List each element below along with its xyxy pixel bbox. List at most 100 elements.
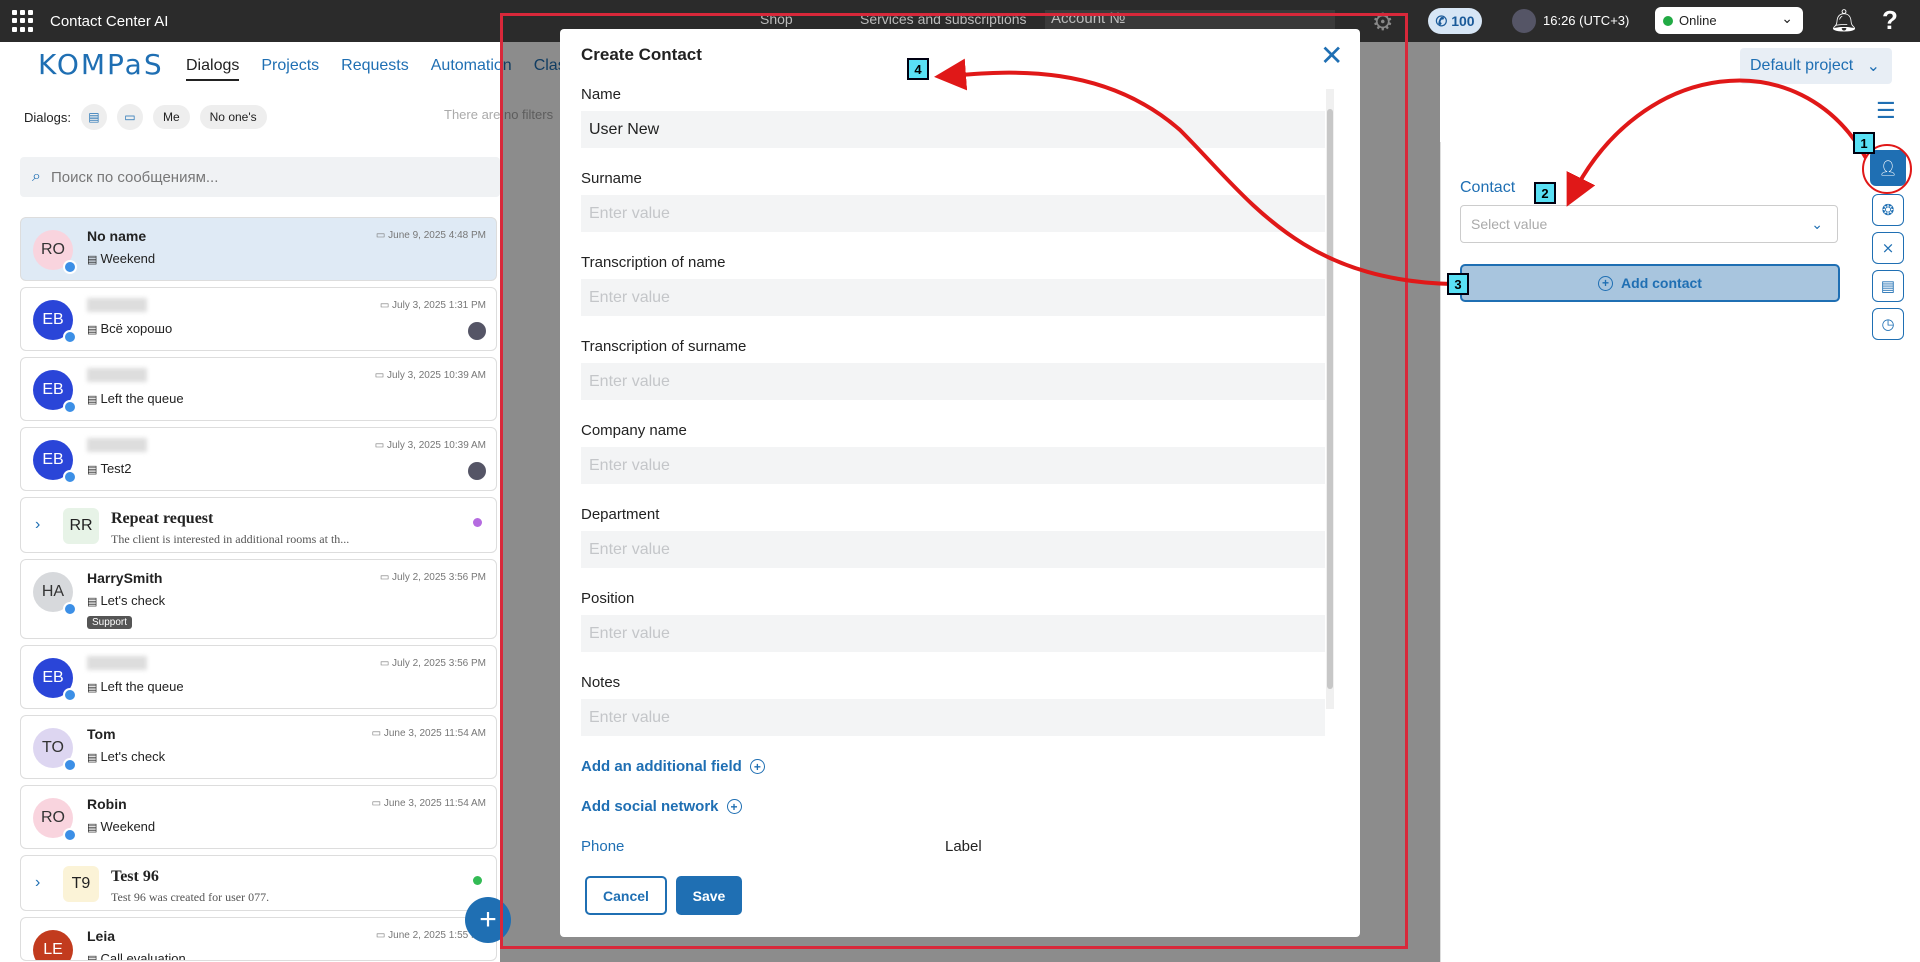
list-item[interactable]: EB July 3, 2025 1:31 PM Всё хорошо [20,287,497,351]
dialog-message: Всё хорошо [87,321,172,336]
contact-select[interactable]: Select value ⌄ [1460,205,1838,243]
clock: 16:26 (UTC+3) [1543,13,1630,28]
marker-3: 3 [1447,273,1469,295]
shop-link[interactable]: Shop [760,11,793,27]
search-input[interactable]: ⌕ Поиск по сообщениям... [20,157,500,197]
nav-requests[interactable]: Requests [341,57,409,81]
position-field[interactable] [581,615,1325,652]
channel-icon [63,260,77,274]
dialogs-filter-label: Dialogs: [24,109,71,125]
channel-icon [63,602,77,616]
list-item[interactable]: RO Robin June 3, 2025 11:54 AM Weekend [20,785,497,849]
list-item[interactable]: TO Tom June 3, 2025 11:54 AM Let's check [20,715,497,779]
status-select[interactable]: Online ⌄ [1655,7,1803,34]
new-dialog-button[interactable]: + [465,897,511,943]
group-subtitle: Test 96 was created for user 077. [111,890,270,904]
dialog-date: July 2, 2025 3:56 PM [380,572,486,583]
surname-field[interactable] [581,195,1325,232]
modal-title: Create Contact [581,45,702,64]
create-contact-modal: Create Contact ✕ Name Surname Transcript… [560,29,1360,937]
list-item[interactable]: RO No name June 9, 2025 4:48 PM Weekend [20,217,497,281]
name-label: Name [581,86,622,103]
list-group[interactable]: › T9 Test 96 Test 96 was created for use… [20,855,497,911]
marker-4: 4 [907,58,929,80]
chevron-down-icon: ⌄ [1866,58,1880,75]
telegram-icon [63,400,77,414]
group-avatar: T9 [63,866,99,902]
chevron-right-icon[interactable]: › [35,516,40,534]
save-button[interactable]: Save [676,876,742,915]
nav-projects[interactable]: Projects [261,57,319,81]
chevron-right-icon[interactable]: › [35,874,40,892]
dialog-date: June 9, 2025 4:48 PM [376,230,486,241]
dialog-name: No name [87,228,147,244]
dialog-date: July 3, 2025 10:39 AM [375,370,486,381]
list-item[interactable]: EB July 3, 2025 10:39 AM Left the queue [20,357,497,421]
logo: KOMPaS [38,48,164,81]
filter-me[interactable]: Me [152,105,190,129]
filter-no-ones[interactable]: No one's [199,105,267,129]
modal-scrollbar[interactable] [1326,89,1334,709]
history-icon[interactable]: ◷ [1872,308,1904,340]
dialog-message: Let's check [87,593,165,608]
bell-icon[interactable]: 🔔︎ [1830,8,1858,34]
phone-label: Phone [581,838,625,855]
calls-counter[interactable]: ✆ 100 [1428,8,1482,34]
filter-settings-icon[interactable]: ☰ [1876,98,1896,124]
help-icon[interactable]: ? [1882,5,1898,36]
notes-icon[interactable]: ▤ [1872,270,1904,302]
project-select[interactable]: Default project ⌄ [1740,48,1892,84]
company-field[interactable] [581,447,1325,484]
variables-icon[interactable]: ⨯ [1872,232,1904,264]
operator-avatar [468,322,486,340]
avatar[interactable] [1512,9,1536,33]
dialog-date: July 3, 2025 1:31 PM [380,300,486,311]
search-icon: ⌕ [32,168,41,185]
ai-icon[interactable]: ❂ [1872,194,1904,226]
department-label: Department [581,506,660,523]
notes-field[interactable] [581,699,1325,736]
close-icon[interactable]: ✕ [1320,39,1343,72]
list-item[interactable]: LE Leia June 2, 2025 1:55 PM Call evalua… [20,917,497,961]
add-field-link[interactable]: Add an additional field + [581,758,765,775]
notes-label: Notes [581,674,621,691]
dialog-name-redacted [87,368,147,382]
gear-icon[interactable]: ⚙ [1372,8,1394,37]
services-link[interactable]: Services and subscriptions [860,11,1027,27]
user-icon[interactable]: 👤︎ [1870,150,1906,186]
transcription-name-field[interactable] [581,279,1325,316]
search-placeholder: Поиск по сообщениям... [50,168,219,186]
chat-filled-icon[interactable]: ▤ [80,104,107,130]
group-avatar: RR [63,508,99,544]
transcription-surname-label: Transcription of surname [581,338,747,355]
scroll-thumb[interactable] [1327,109,1333,689]
dialog-message: Weekend [87,819,155,834]
group-title: Repeat request [111,510,214,527]
list-group[interactable]: › RR Repeat request The client is intere… [20,497,497,553]
dialog-date: July 2, 2025 3:56 PM [380,658,486,669]
group-subtitle: The client is interested in additional r… [111,532,350,546]
add-social-link[interactable]: Add social network + [581,798,742,815]
nav-dialogs[interactable]: Dialogs [186,57,240,81]
apps-grid-icon[interactable] [12,10,34,32]
name-field[interactable] [581,111,1325,148]
chat-outline-icon[interactable]: ▭ [116,104,143,130]
dialog-date: June 3, 2025 11:54 AM [372,728,486,739]
list-item[interactable]: EB July 2, 2025 3:56 PM Left the queue [20,645,497,709]
app-title: Contact Center AI [50,12,169,30]
plus-icon: + [1598,275,1614,291]
telegram-icon [63,330,77,344]
channel-icon [63,828,77,842]
surname-label: Surname [581,170,642,187]
label-column-label: Label [945,838,982,855]
marker-1: 1 [1853,132,1875,154]
calls-count: 100 [1451,13,1475,29]
list-item[interactable]: EB July 3, 2025 10:39 AM Test2 [20,427,497,491]
cancel-button[interactable]: Cancel [585,876,667,915]
list-item[interactable]: HA HarrySmith July 2, 2025 3:56 PM Let's… [20,559,497,639]
transcription-surname-field[interactable] [581,363,1325,400]
add-contact-button[interactable]: + Add contact [1460,264,1840,302]
dialog-name-redacted [87,298,147,312]
dialog-name: Leia [87,928,116,944]
department-field[interactable] [581,531,1325,568]
